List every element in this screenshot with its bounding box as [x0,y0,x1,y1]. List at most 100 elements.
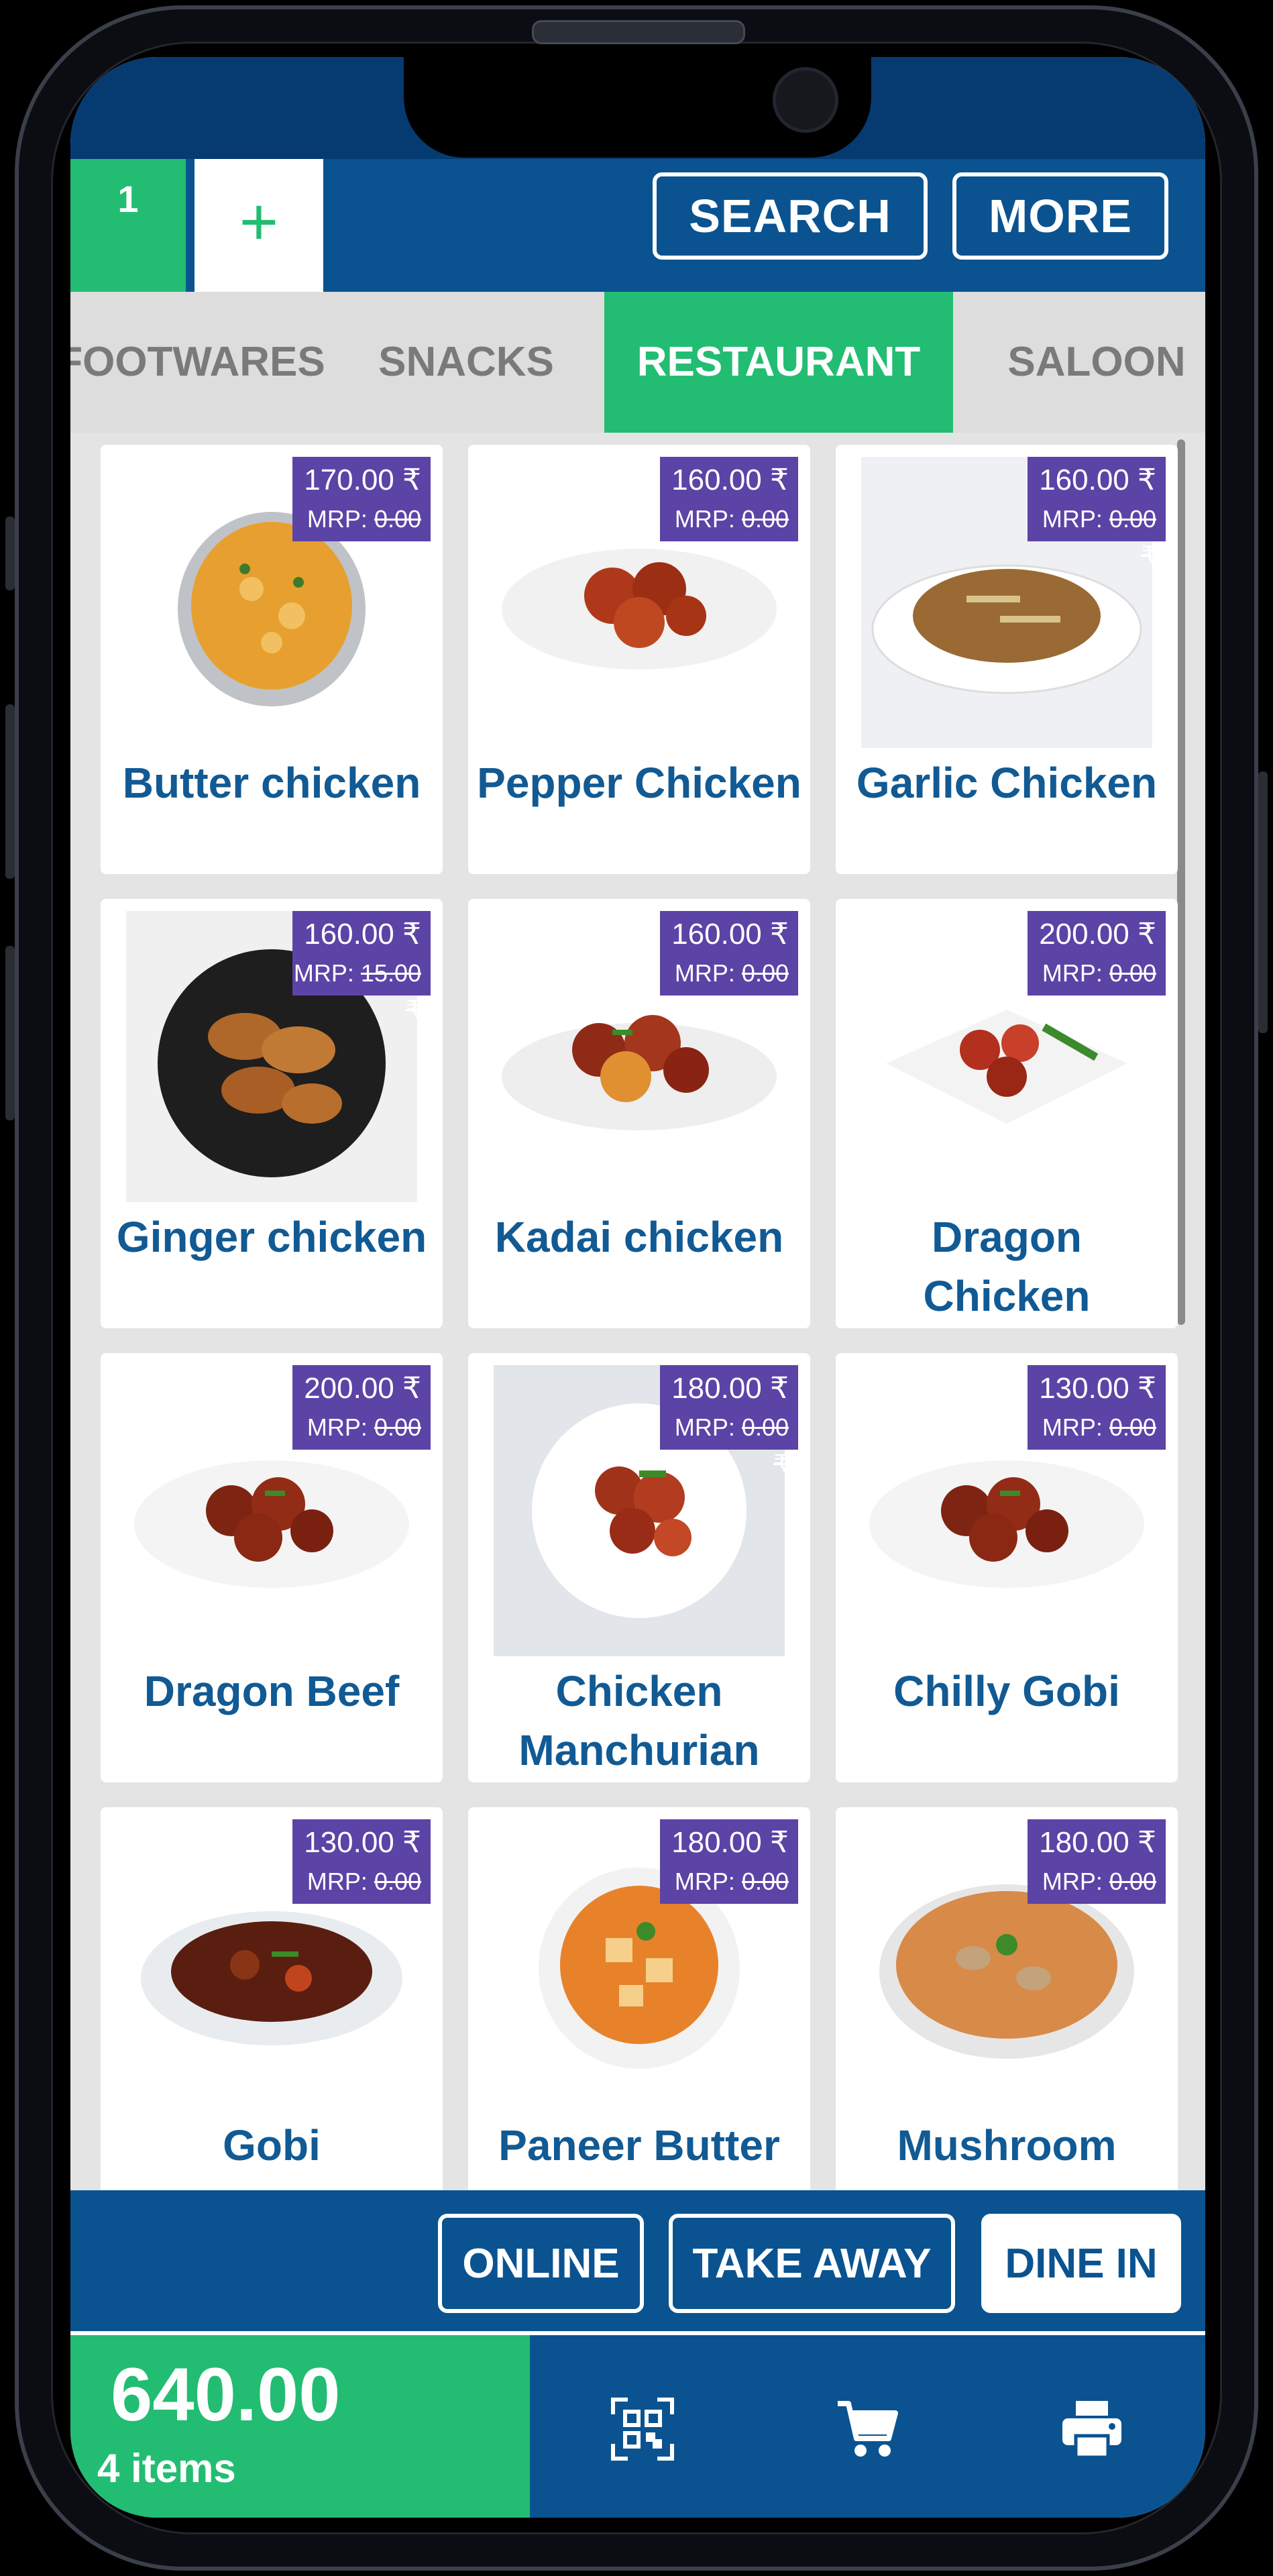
price-value: 200.00 ₹ [1039,918,1156,951]
take-away-button[interactable]: TAKE AWAY [669,2214,955,2313]
mrp-label: MRP: [674,1868,735,1895]
mrp-label: MRP: [1042,1413,1103,1441]
price-value: 160.00 ₹ [304,918,421,951]
product-name: Mushroom [897,2121,1117,2169]
product-card[interactable]: 130.00 ₹ MRP: 0.00 ₹ Chilly Gobi [836,1353,1178,1782]
product-card[interactable]: 180.00 ₹ MRP: 0.00 ₹ Mushroom [836,1807,1178,2190]
mrp-label: MRP: [1042,959,1103,987]
product-name: Dragon Beef [144,1667,400,1715]
product-name: Ginger chicken [116,1213,427,1261]
category-tab-saloon[interactable]: SALOON [989,292,1204,433]
price-tag: 160.00 ₹ MRP: 0.00 ₹ [660,911,798,1023]
price-tag: 180.00 ₹ MRP: 0.00 ₹ [660,1365,798,1477]
category-tab-restaurant[interactable]: RESTAURANT [604,292,953,433]
cart-icon[interactable] [835,2397,899,2461]
category-tab-snacks[interactable]: SNACKS [352,292,580,433]
price-value: 180.00 ₹ [671,1826,789,1859]
online-button[interactable]: ONLINE [438,2214,644,2313]
order-type-bar: ONLINE TAKE AWAY DINE IN [70,2190,1205,2331]
product-name: Pepper Chicken [477,759,801,807]
product-name: Chicken Manchurian [518,1667,760,1774]
mrp-label: MRP: [1042,505,1103,533]
price-tag: 200.00 ₹ MRP: 0.00 ₹ [292,1365,431,1477]
product-card[interactable]: 160.00 ₹ MRP: 15.00 ₹ Ginger chicken [101,899,443,1328]
notch [404,57,871,158]
top-toolbar: 1 + SEARCH MORE [70,159,1205,292]
scrollbar[interactable] [1177,439,1185,1325]
mrp-label: MRP: [674,1413,735,1441]
mute-switch [5,517,15,590]
speaker-grille [532,20,745,44]
product-card[interactable]: 160.00 ₹ MRP: 0.00 ₹ Kadai chicken [468,899,810,1328]
mrp-value: 0.00 ₹ [1109,505,1156,569]
mrp-label: MRP: [674,505,735,533]
mrp-label: MRP: [307,1413,368,1441]
product-grid: 170.00 ₹ MRP: 0.00 ₹ Butter chicken 160.… [70,433,1205,2190]
price-tag: 180.00 ₹ MRP: 0.00 ₹ [1028,1819,1166,1931]
product-name: Paneer Butter [498,2121,780,2169]
price-tag: 130.00 ₹ MRP: 0.00 ₹ [292,1819,431,1931]
product-card[interactable]: 170.00 ₹ MRP: 0.00 ₹ Butter chicken [101,445,443,874]
mrp-value: 0.00 ₹ [374,505,421,569]
category-bar: FOOTWARES SNACKS RESTAURANT SALOON [70,292,1205,433]
price-tag: 160.00 ₹ MRP: 15.00 ₹ [292,911,431,1023]
price-value: 180.00 ₹ [1039,1826,1156,1859]
product-name: Gobi [223,2121,321,2169]
qr-code-icon[interactable] [610,2397,675,2461]
front-camera [773,67,838,133]
printer-icon[interactable] [1060,2397,1124,2461]
items-count: 4 items [97,2446,236,2491]
power-button [1258,771,1268,1033]
mrp-value: 0.00 ₹ [1109,959,1156,1023]
price-value: 180.00 ₹ [671,1372,789,1405]
order-tab-1[interactable]: 1 [70,159,186,292]
product-card[interactable]: 160.00 ₹ MRP: 0.00 ₹ Pepper Chicken [468,445,810,874]
mrp-value: 0.00 ₹ [374,1413,421,1477]
mrp-value: 0.00 ₹ [1109,1413,1156,1477]
total-amount: 640.00 [111,2353,341,2436]
product-card[interactable]: 180.00 ₹ MRP: 0.00 ₹ Paneer Butter [468,1807,810,2190]
category-tab-footwares[interactable]: FOOTWARES [70,292,332,433]
product-card[interactable]: 130.00 ₹ MRP: 0.00 ₹ Gobi [101,1807,443,2190]
mrp-value: 0.00 ₹ [374,1868,421,1931]
price-tag: 200.00 ₹ MRP: 0.00 ₹ [1028,911,1166,1023]
product-name: Butter chicken [122,759,421,807]
search-button[interactable]: SEARCH [653,172,928,260]
app-screen: 1 + SEARCH MORE FOOTWARES SNACKS RESTAUR… [70,57,1205,2518]
price-tag: 130.00 ₹ MRP: 0.00 ₹ [1028,1365,1166,1477]
price-tag: 160.00 ₹ MRP: 0.00 ₹ [1028,457,1166,569]
price-value: 160.00 ₹ [1039,464,1156,496]
mrp-value: 0.00 ₹ [741,505,789,569]
mrp-value: 0.00 ₹ [741,1868,789,1931]
order-total[interactable]: 640.00 4 items [70,2335,530,2518]
dine-in-button[interactable]: DINE IN [981,2214,1181,2313]
mrp-label: MRP: [293,959,354,987]
more-button[interactable]: MORE [952,172,1168,260]
mrp-label: MRP: [1042,1868,1103,1895]
volume-up-button [5,704,15,879]
product-card[interactable]: 200.00 ₹ MRP: 0.00 ₹ Dragon Chicken [836,899,1178,1328]
price-tag: 160.00 ₹ MRP: 0.00 ₹ [660,457,798,569]
mrp-value: 0.00 ₹ [741,959,789,1023]
price-tag: 170.00 ₹ MRP: 0.00 ₹ [292,457,431,569]
price-tag: 180.00 ₹ MRP: 0.00 ₹ [660,1819,798,1931]
mrp-value: 15.00 ₹ [360,959,421,1023]
mrp-value: 0.00 ₹ [741,1413,789,1477]
add-tab-button[interactable]: + [195,159,323,292]
product-name: Chilly Gobi [893,1667,1120,1715]
product-card[interactable]: 160.00 ₹ MRP: 0.00 ₹ Garlic Chicken [836,445,1178,874]
mrp-label: MRP: [307,1868,368,1895]
bottom-bar: 640.00 4 items [70,2335,1205,2518]
price-value: 130.00 ₹ [304,1826,421,1859]
mrp-label: MRP: [674,959,735,987]
product-card[interactable]: 200.00 ₹ MRP: 0.00 ₹ Dragon Beef [101,1353,443,1782]
mrp-label: MRP: [307,505,368,533]
price-value: 200.00 ₹ [304,1372,421,1405]
product-name: Garlic Chicken [856,759,1158,807]
mrp-value: 0.00 ₹ [1109,1868,1156,1931]
price-value: 130.00 ₹ [1039,1372,1156,1405]
product-name: Kadai chicken [494,1213,784,1261]
price-value: 170.00 ₹ [304,464,421,496]
product-card[interactable]: 180.00 ₹ MRP: 0.00 ₹ Chicken Manchurian [468,1353,810,1782]
price-value: 160.00 ₹ [671,464,789,496]
